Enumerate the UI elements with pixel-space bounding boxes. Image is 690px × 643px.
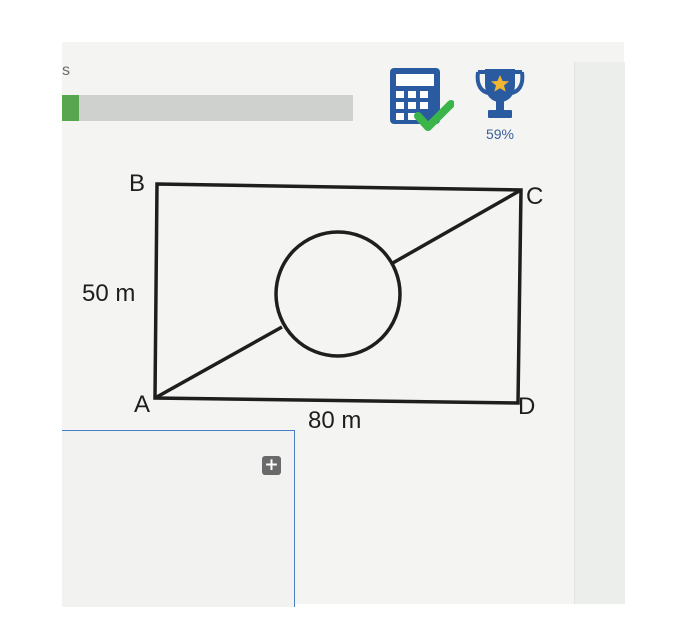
diagonal-upper bbox=[390, 188, 522, 266]
plus-icon[interactable]: + bbox=[262, 456, 281, 475]
vertex-label-a: A bbox=[134, 391, 150, 418]
rectangle-outline bbox=[153, 182, 523, 405]
center-circle bbox=[274, 230, 402, 358]
vertex-label-d: D bbox=[518, 393, 535, 420]
answer-input-area[interactable] bbox=[62, 430, 295, 607]
bottom-length-label: 80 m bbox=[308, 407, 361, 434]
vertex-label-b: B bbox=[129, 170, 145, 197]
vertex-label-c: C bbox=[526, 183, 543, 210]
diagonal-lower bbox=[154, 325, 283, 400]
side-length-label: 50 m bbox=[82, 280, 135, 307]
